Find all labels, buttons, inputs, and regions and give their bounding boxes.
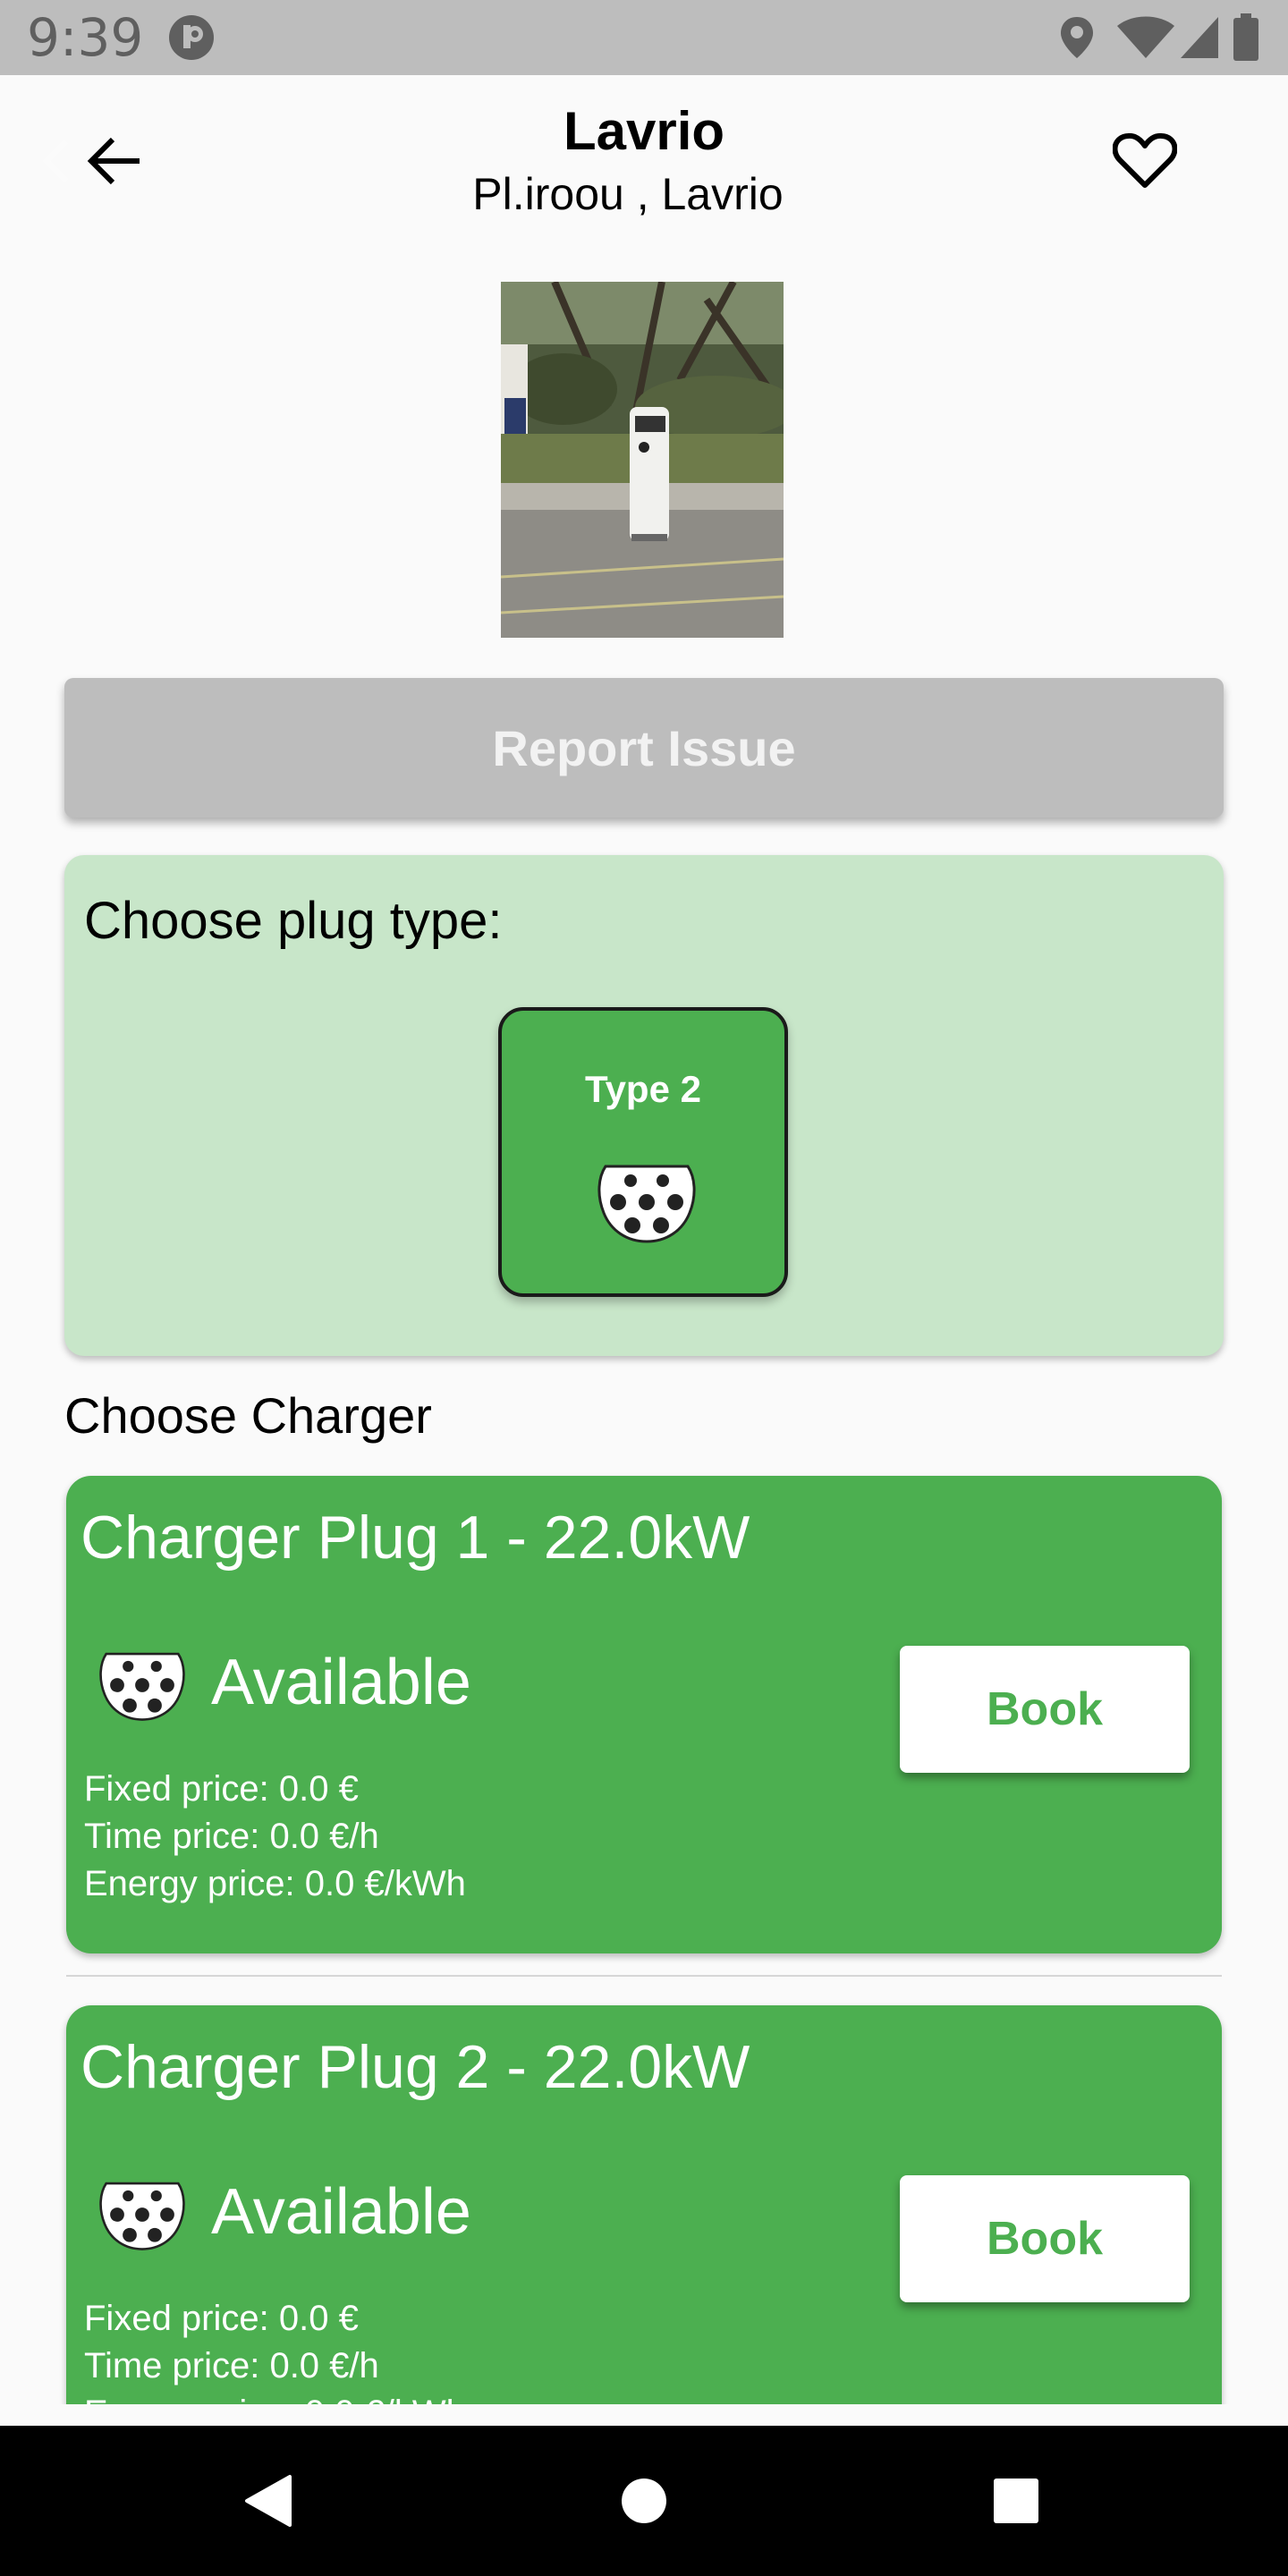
type2-plug-icon: [98, 1648, 186, 1723]
battery-icon: [1233, 0, 1259, 75]
book-button[interactable]: Book: [900, 1646, 1190, 1773]
status-bar: 9:39: [0, 0, 1288, 75]
nav-back-button[interactable]: [197, 2426, 340, 2576]
plug-type-card: Choose plug type: Type 2: [64, 855, 1224, 1356]
heart-icon: [1113, 132, 1177, 188]
charger-title: Charger Plug 1 - 22.0kW: [80, 1504, 750, 1572]
charger-card: Charger Plug 1 - 22.0kW Available Book F…: [66, 1476, 1222, 1953]
location-icon: [1059, 0, 1095, 75]
notification-icon: [166, 0, 216, 75]
choose-charger-label: Choose Charger: [64, 1387, 432, 1444]
navigation-bar: [0, 2426, 1288, 2576]
station-title: Lavrio: [563, 101, 725, 161]
station-address: Pl.iroou , Lavrio: [472, 169, 784, 219]
charger-list[interactable]: Charger Plug 1 - 22.0kW Available Book F…: [0, 1467, 1288, 2404]
station-photo: [501, 282, 784, 638]
nav-home-button[interactable]: [572, 2426, 716, 2576]
divider: [66, 1975, 1222, 1977]
fixed-price: Fixed price: 0.0 €: [84, 2299, 359, 2338]
status-time: 9:39: [27, 7, 144, 68]
charger-status: Available: [211, 1647, 471, 1718]
fixed-price: Fixed price: 0.0 €: [84, 1769, 359, 1809]
plug-type-name: Type 2: [585, 1068, 701, 1110]
time-price: Time price: 0.0 €/h: [84, 1817, 379, 1856]
triangle-back-icon: [245, 2475, 292, 2527]
report-issue-button[interactable]: Report Issue: [64, 678, 1224, 818]
plug-type-label: Choose plug type:: [84, 892, 503, 950]
energy-price: Energy price: 0.0 €/kWh: [84, 2394, 466, 2404]
energy-price: Energy price: 0.0 €/kWh: [84, 1864, 466, 1903]
charger-title: Charger Plug 2 - 22.0kW: [80, 2033, 750, 2101]
favorite-button[interactable]: [1109, 125, 1181, 197]
nav-recents-button[interactable]: [945, 2426, 1088, 2576]
time-price: Time price: 0.0 €/h: [84, 2346, 379, 2385]
wifi-icon: [1116, 0, 1175, 75]
plug-type-option[interactable]: Type 2: [498, 1007, 788, 1297]
square-recents-icon: [994, 2479, 1038, 2523]
type2-plug-icon: [597, 1159, 697, 1245]
type2-plug-icon: [98, 2177, 186, 2252]
charger-status: Available: [211, 2176, 471, 2248]
book-button[interactable]: Book: [900, 2175, 1190, 2302]
charger-card: Charger Plug 2 - 22.0kW Available Book F…: [66, 2005, 1222, 2404]
signal-icon: [1179, 0, 1220, 75]
circle-home-icon: [622, 2479, 666, 2523]
